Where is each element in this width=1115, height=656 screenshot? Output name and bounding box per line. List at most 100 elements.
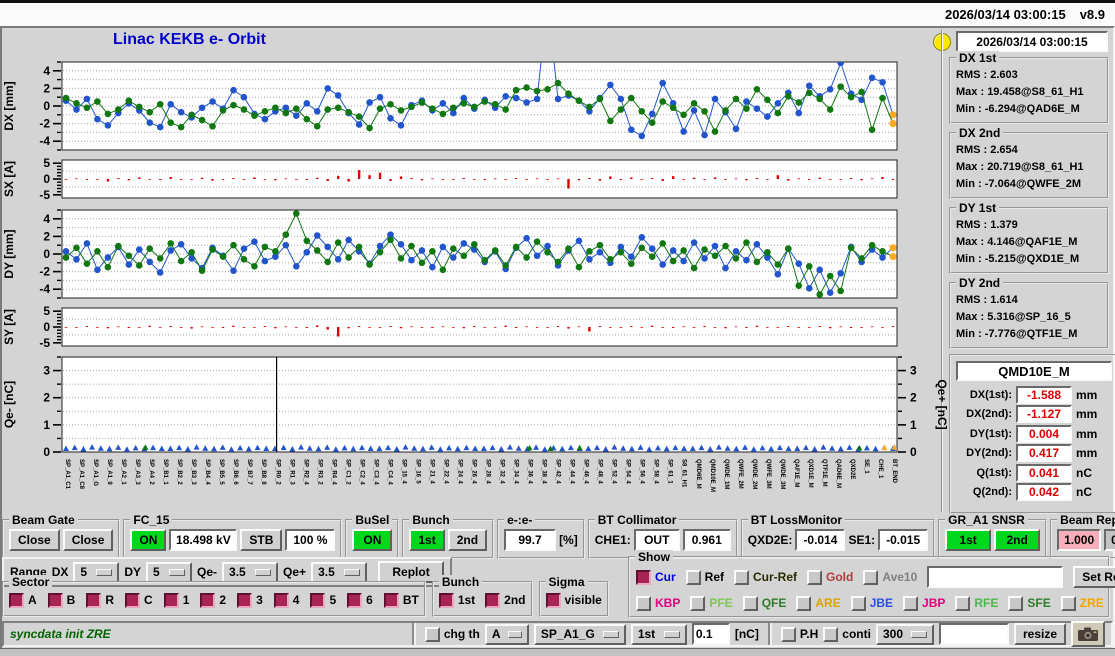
svg-text:SP_58_4: SP_58_4: [653, 459, 659, 484]
qxd2e-label: QXD2E:: [747, 533, 793, 547]
checkbox-icon: [823, 626, 839, 642]
ee-ratio-group: e-:e- 99.7 [%]: [497, 513, 585, 559]
ref-name-input[interactable]: [927, 566, 1064, 588]
svg-text:SP_C1_2: SP_C1_2: [344, 459, 350, 485]
range-dy-dropdown[interactable]: 5: [146, 561, 193, 583]
sector-toggle[interactable]: A: [9, 592, 37, 608]
stat-rms: RMS : 1.614: [956, 294, 1018, 306]
sector-toggle[interactable]: 5: [310, 592, 336, 608]
monitor-row-value: -1.127: [1016, 405, 1072, 424]
set-ref-button[interactable]: Set Ref: [1073, 566, 1115, 588]
show-toggle[interactable]: Ref: [685, 569, 724, 585]
show-overlay-toggle[interactable]: JBE: [850, 595, 893, 611]
sigma-visible-toggle[interactable]: visible: [545, 592, 602, 608]
gr-1st-button[interactable]: 1st: [945, 529, 992, 551]
fc15-on-button[interactable]: ON: [130, 529, 167, 551]
bunch-toggle[interactable]: 1st: [438, 592, 475, 608]
range-qep-dropdown[interactable]: 3.5: [311, 561, 368, 583]
sector-toggle[interactable]: B: [47, 592, 75, 608]
show-overlay-toggle[interactable]: RFE: [955, 595, 998, 611]
svg-text:SP_B2_2: SP_B2_2: [176, 459, 182, 485]
fc15-stb-button[interactable]: STB: [240, 529, 283, 551]
svg-text:SP_C3_4: SP_C3_4: [372, 459, 378, 485]
show-overlay-toggle[interactable]: ZRE: [1060, 595, 1104, 611]
separator: [767, 623, 772, 645]
show-overlay-toggle[interactable]: ARE: [796, 595, 841, 611]
beam-gate-close-1-button[interactable]: Close: [9, 529, 60, 551]
ph-toggle[interactable]: P.H: [780, 626, 818, 642]
svg-text:SP_24_4: SP_24_4: [456, 459, 462, 484]
fc15-group: FC_15 ON 18.498 kV STB 100 %: [123, 513, 343, 559]
svg-text:0: 0: [43, 99, 50, 113]
show-toggle[interactable]: Ave10: [863, 569, 917, 585]
dropdown-indicator: [96, 568, 113, 576]
threshold-input[interactable]: [691, 623, 730, 645]
beam-gate-close-2-button[interactable]: Close: [62, 529, 114, 551]
svg-text:-4: -4: [39, 134, 50, 148]
show-toggle[interactable]: Cur: [636, 569, 676, 585]
monitor-panel: QMD10E_M DX(1st): -1.588 mm DX(2nd): -1.…: [949, 354, 1115, 514]
svg-text:SX [A]: SX [A]: [2, 161, 16, 197]
sector-toggle[interactable]: BT: [383, 592, 419, 608]
resize-button[interactable]: resize: [1013, 623, 1066, 645]
sigma-group: Sigma visible: [538, 575, 609, 617]
conti-toggle[interactable]: conti: [823, 626, 871, 642]
svg-text:0: 0: [43, 320, 50, 334]
monitor-row: Q(2nd): 0.042 nC: [954, 483, 1114, 503]
sector-toggle[interactable]: R: [86, 592, 114, 608]
svg-text:SP_36_4: SP_36_4: [527, 459, 533, 484]
stat-min: Min : -7.776@QTF1E_M: [956, 328, 1078, 340]
beam-rep-group: Beam Rep 1.000 0.000 [Hz] 0.000 [%]: [1050, 513, 1115, 559]
svg-text:SP_15_4: SP_15_4: [400, 459, 406, 484]
extra-input[interactable]: [938, 623, 1009, 645]
checkbox-icon: [347, 592, 363, 608]
checkbox-icon: [636, 569, 651, 585]
svg-text:0: 0: [43, 247, 50, 261]
range-qep-label: Qe+: [283, 565, 307, 579]
bunch-toggle[interactable]: 2nd: [485, 592, 526, 608]
navg-dropdown[interactable]: 300: [875, 623, 934, 645]
stat-group-label: DY 2nd: [956, 276, 1004, 290]
show-overlay-toggle[interactable]: JBP: [903, 595, 945, 611]
svg-text:SP_48_4: SP_48_4: [597, 459, 603, 484]
stat-group: DY 1st RMS : 1.379 Max : 4.146@QAF1E_M M…: [949, 201, 1109, 274]
sector-toggle[interactable]: 1: [163, 592, 189, 608]
monitor-select-dropdown[interactable]: SP_A1_G: [533, 623, 626, 645]
range-dx-dropdown[interactable]: 5: [73, 561, 120, 583]
sector-toggle[interactable]: 4: [273, 592, 299, 608]
show-overlay-toggle[interactable]: SFE: [1008, 595, 1051, 611]
gr-2nd-button[interactable]: 2nd: [994, 529, 1041, 551]
bunch-1st-button[interactable]: 1st: [409, 529, 445, 551]
bunch-2nd-button[interactable]: 2nd: [447, 529, 488, 551]
show-toggle[interactable]: Cur-Ref: [734, 569, 797, 585]
chg-th-toggle[interactable]: chg th: [424, 626, 480, 642]
sector-toggle[interactable]: C: [125, 592, 153, 608]
checkbox-icon: [955, 595, 971, 611]
sector-toggle[interactable]: 6: [347, 592, 373, 608]
replot-button[interactable]: Replot: [378, 561, 445, 583]
checkbox-icon: [200, 592, 216, 608]
dropdown-indicator: [169, 568, 186, 576]
monitor-row-label: DX(1st):: [969, 388, 1012, 401]
svg-text:SP_34_4: SP_34_4: [513, 459, 519, 484]
th-dropdown[interactable]: A: [484, 623, 529, 645]
monitor-row-unit: nC: [1076, 485, 1092, 500]
topbar-datetime: 2026/03/14 03:00:15: [944, 7, 1066, 22]
beam-gate-group: Beam Gate Close Close: [2, 513, 121, 559]
stat-max: Max : 19.458@S8_61_H1: [956, 86, 1084, 98]
bunch-filter-group: Bunch 1st 2nd: [431, 575, 533, 617]
show-overlay-toggle[interactable]: KBP: [636, 595, 680, 611]
busel-on-button[interactable]: ON: [352, 529, 393, 551]
screenshot-camera-button[interactable]: [1071, 621, 1105, 647]
show-overlay-toggle[interactable]: QFE: [742, 595, 786, 611]
bunch-select-dropdown[interactable]: 1st: [630, 623, 687, 645]
range-qem-dropdown[interactable]: 3.5: [222, 561, 279, 583]
monitor-row-value: -1.588: [1016, 385, 1072, 404]
show-toggle[interactable]: Gold: [807, 569, 853, 585]
svg-text:3: 3: [910, 364, 917, 378]
monitor-row: DX(2nd): -1.127 mm: [954, 405, 1114, 425]
sector-toggle[interactable]: 2: [200, 592, 226, 608]
sector-toggle[interactable]: 3: [237, 592, 263, 608]
show-overlay-toggle[interactable]: PFE: [690, 595, 733, 611]
svg-text:4: 4: [43, 212, 50, 226]
